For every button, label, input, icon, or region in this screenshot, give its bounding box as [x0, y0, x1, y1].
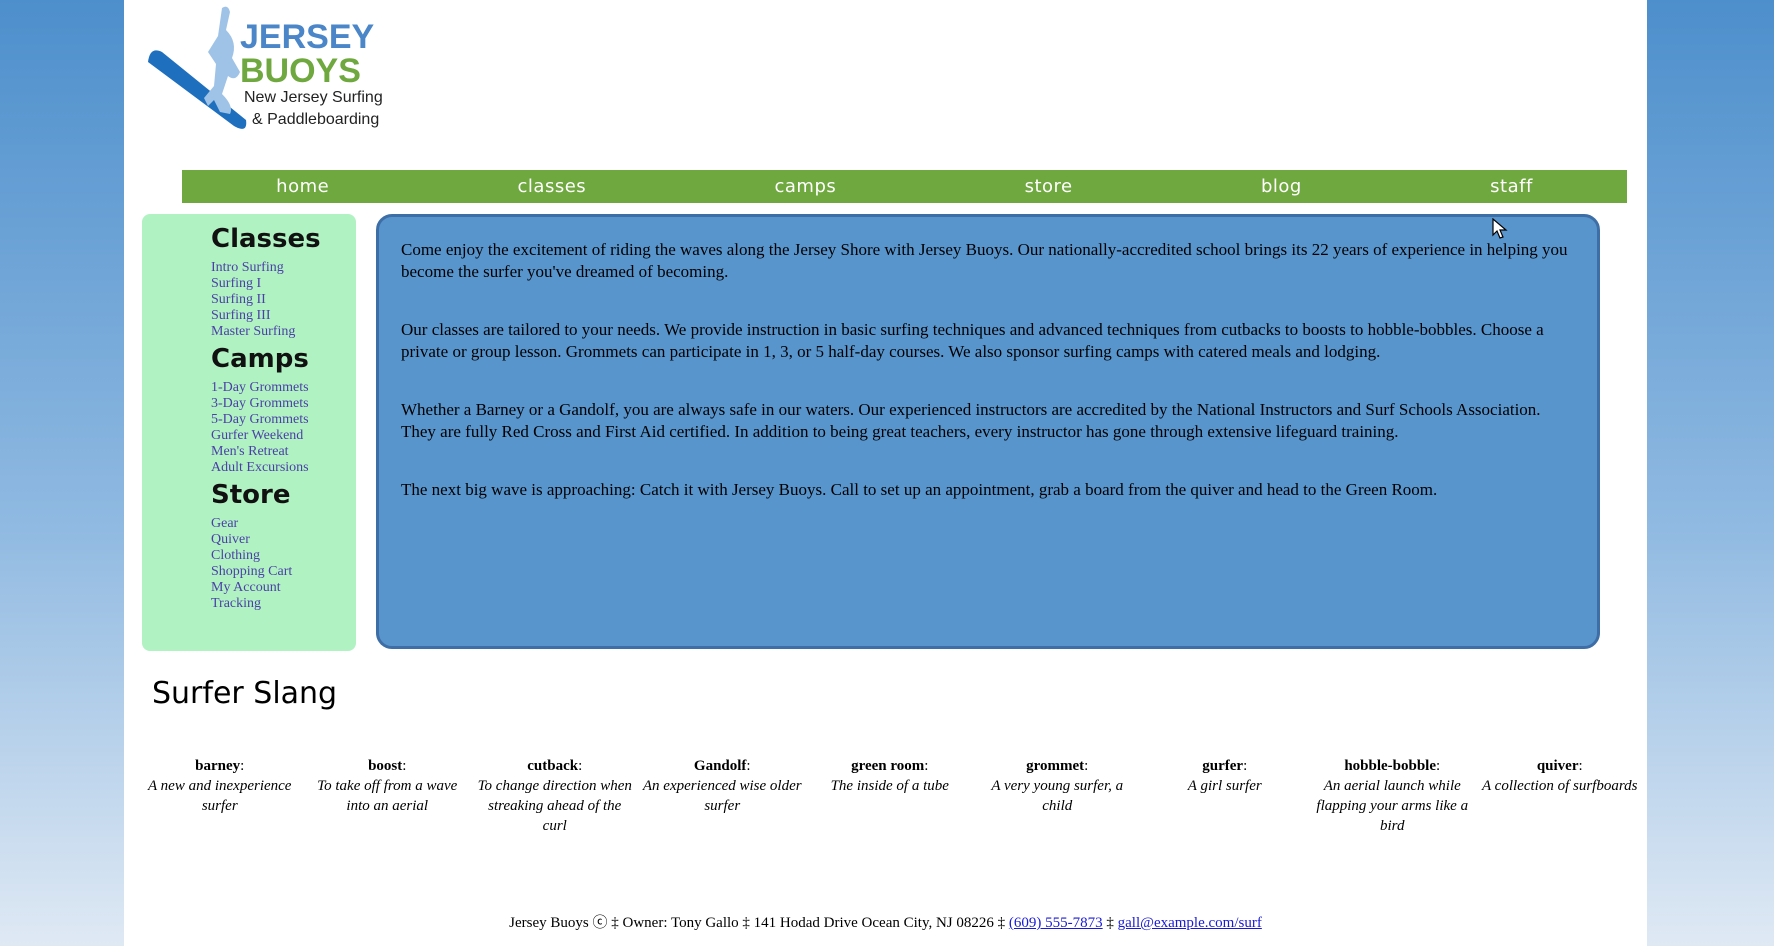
sidebar: Classes Intro Surfing Surfing I Surfing …: [142, 214, 356, 651]
sidebar-link-tracking[interactable]: Tracking: [211, 596, 261, 611]
sidebar-link-surfing-1[interactable]: Surfing I: [211, 276, 261, 291]
slang-definition: The inside of a tube: [830, 778, 949, 794]
nav-blog[interactable]: blog: [1261, 176, 1302, 197]
sidebar-link-clothing[interactable]: Clothing: [211, 548, 260, 563]
slang-entry: grommet: A very young surfer, a child: [974, 756, 1142, 836]
logo-line3: New Jersey Surfing: [244, 89, 383, 106]
slang-definition: An aerial launch while flapping your arm…: [1316, 778, 1469, 834]
slang-title: Surfer Slang: [152, 676, 338, 711]
sidebar-link-my-account[interactable]: My Account: [211, 580, 281, 595]
footer: Jersey Buoys ⓒ ‡ Owner: Tony Gallo ‡ 141…: [124, 911, 1647, 932]
slang-glossary: barney: A new and inexperience surfer boo…: [136, 756, 1644, 836]
nav-staff[interactable]: staff: [1490, 176, 1533, 197]
sidebar-link-adult-excursions[interactable]: Adult Excursions: [211, 460, 309, 475]
logo-line1: JERSEY: [240, 18, 374, 56]
slang-term: boost: [368, 758, 403, 774]
sidebar-link-shopping-cart[interactable]: Shopping Cart: [211, 564, 292, 579]
slang-entry: hobble-bobble: An aerial launch while fla…: [1309, 756, 1477, 836]
slang-term: quiver: [1536, 758, 1579, 774]
sidebar-link-master-surfing[interactable]: Master Surfing: [211, 324, 295, 339]
logo[interactable]: JERSEY BUOYS New Jersey Surfing & Paddle…: [144, 2, 384, 138]
nav-camps[interactable]: camps: [774, 176, 836, 197]
sidebar-link-1-day-grommets[interactable]: 1-Day Grommets: [211, 380, 309, 395]
slang-definition: To take off from a wave into an aerial: [317, 778, 458, 814]
footer-info: Jersey Buoys ⓒ ‡ Owner: Tony Gallo ‡ 141…: [509, 915, 1009, 931]
logo-line4: & Paddleboarding: [252, 111, 379, 128]
slang-term: barney: [195, 758, 241, 774]
sidebar-list-camps: 1-Day Grommets 3-Day Grommets 5-Day Grom…: [142, 380, 356, 476]
sidebar-heading-classes: Classes: [211, 224, 321, 254]
sidebar-link-surfing-3[interactable]: Surfing III: [211, 308, 271, 323]
sidebar-heading-camps: Camps: [211, 344, 309, 374]
slang-entry: cutback: To change direction when streaki…: [471, 756, 639, 836]
content-paragraph: Whether a Barney or a Gandolf, you are a…: [401, 400, 1541, 441]
slang-entry: gurfer: A girl surfer: [1141, 756, 1309, 836]
slang-entry: green room: The inside of a tube: [806, 756, 974, 836]
content-paragraph: Come enjoy the excitement of riding the …: [401, 240, 1568, 281]
slang-entry: quiver: A collection of surfboards: [1476, 756, 1644, 836]
content-paragraph: The next big wave is approaching: Catch …: [401, 480, 1438, 499]
sidebar-link-mens-retreat[interactable]: Men's Retreat: [211, 444, 289, 459]
sidebar-link-intro-surfing[interactable]: Intro Surfing: [211, 260, 284, 275]
slang-term: green room: [851, 758, 925, 774]
slang-definition: A very young surfer, a child: [991, 778, 1124, 814]
content-paragraph: Our classes are tailored to your needs. …: [401, 320, 1544, 361]
nav-classes[interactable]: classes: [518, 176, 587, 197]
sidebar-link-surfing-2[interactable]: Surfing II: [211, 292, 266, 307]
footer-separator: ‡: [1102, 915, 1118, 931]
footer-email-link[interactable]: gall@example.com/surf: [1118, 915, 1262, 931]
main-nav: home classes camps store blog staff: [182, 170, 1627, 203]
slang-term: cutback: [527, 758, 579, 774]
sidebar-link-gear[interactable]: Gear: [211, 516, 238, 531]
slang-definition: To change direction when streaking ahead…: [477, 778, 632, 834]
sidebar-list-store: Gear Quiver Clothing Shopping Cart My Ac…: [142, 516, 356, 612]
footer-phone-link[interactable]: (609) 555-7873: [1009, 915, 1103, 931]
mouse-cursor-icon: [1492, 218, 1508, 239]
slang-term: gurfer: [1202, 758, 1244, 774]
page-container: JERSEY BUOYS New Jersey Surfing & Paddle…: [124, 0, 1647, 946]
sidebar-link-5-day-grommets[interactable]: 5-Day Grommets: [211, 412, 309, 427]
nav-store[interactable]: store: [1025, 176, 1073, 197]
slang-entry: boost: To take off from a wave into an ae…: [304, 756, 472, 836]
main-content: Come enjoy the excitement of riding the …: [376, 214, 1600, 649]
slang-entry: Gandolf: An experienced wise older surfer: [639, 756, 807, 836]
sidebar-link-gurfer-weekend[interactable]: Gurfer Weekend: [211, 428, 303, 443]
slang-definition: An experienced wise older surfer: [642, 778, 802, 814]
sidebar-link-3-day-grommets[interactable]: 3-Day Grommets: [211, 396, 309, 411]
nav-home[interactable]: home: [276, 176, 329, 197]
slang-definition: A new and inexperience surfer: [148, 778, 292, 814]
slang-term: grommet: [1026, 758, 1085, 774]
sidebar-list-classes: Intro Surfing Surfing I Surfing II Surfi…: [142, 260, 356, 340]
slang-term: Gandolf: [693, 758, 747, 774]
slang-entry: barney: A new and inexperience surfer: [136, 756, 304, 836]
sidebar-heading-store: Store: [211, 480, 291, 510]
slang-definition: A girl surfer: [1187, 778, 1262, 794]
slang-definition: A collection of surfboards: [1482, 778, 1638, 794]
surfer-icon: JERSEY BUOYS New Jersey Surfing & Paddle…: [148, 6, 383, 129]
sidebar-link-quiver[interactable]: Quiver: [211, 532, 250, 547]
slang-term: hobble-bobble: [1344, 758, 1437, 774]
logo-line2: BUOYS: [240, 52, 361, 90]
